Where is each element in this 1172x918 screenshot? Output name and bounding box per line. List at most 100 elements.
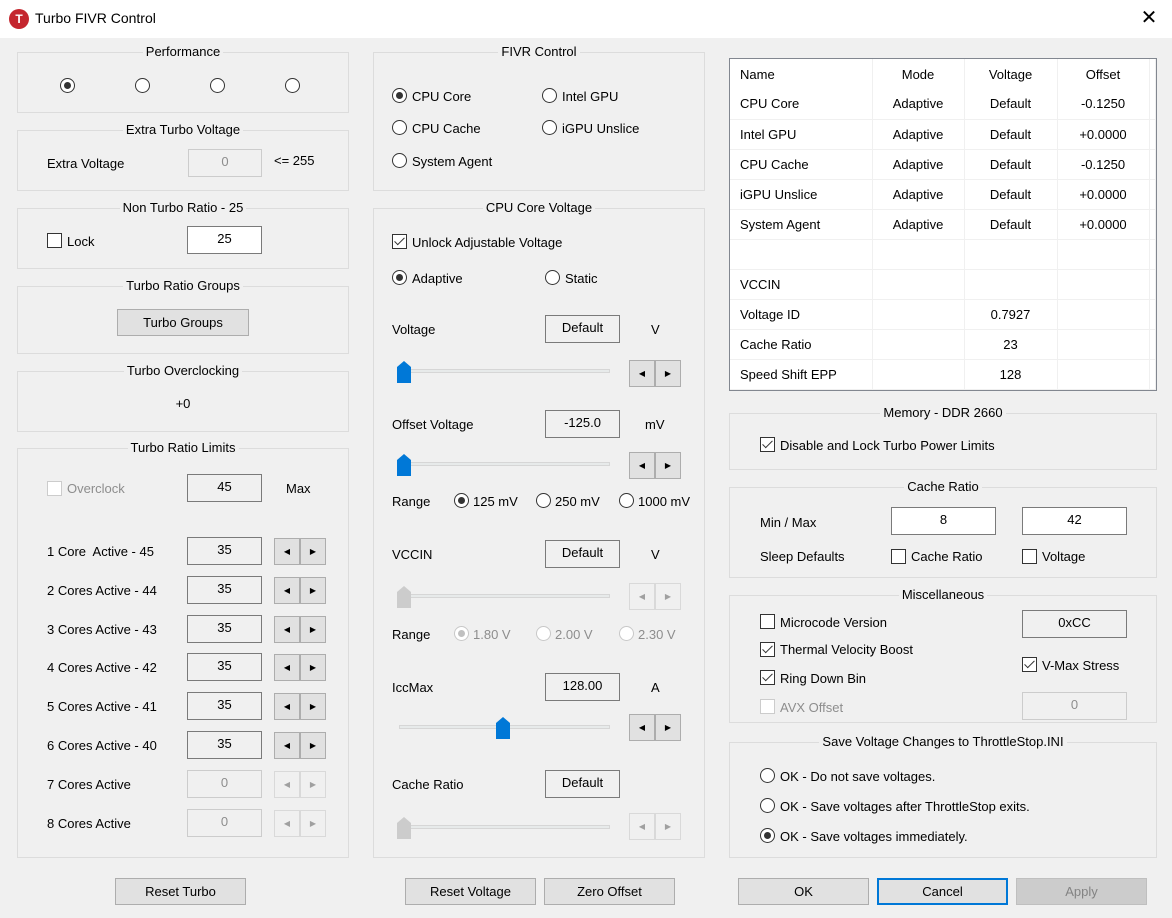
decrease-arrow-icon[interactable]: ◀ — [274, 654, 300, 682]
decrease-arrow-icon[interactable]: ◀ — [274, 732, 300, 759]
decrease-arrow-icon[interactable]: ◀ — [629, 452, 655, 479]
table-row[interactable]: Cache Ratio 23 — [730, 329, 1156, 360]
turbo-ratio-row-value[interactable]: 0 — [187, 808, 262, 837]
ring-down-bin-checkbox[interactable] — [760, 670, 775, 685]
turbo-groups-button[interactable]: Turbo Groups — [117, 309, 249, 336]
save-option-immediately-radio[interactable] — [760, 828, 775, 843]
increase-arrow-icon[interactable]: ▶ — [655, 813, 681, 840]
sleep-voltage-checkbox[interactable] — [1022, 549, 1037, 564]
increase-arrow-icon[interactable]: ▶ — [300, 538, 326, 565]
increase-arrow-icon[interactable]: ▶ — [655, 452, 681, 479]
decrease-arrow-icon[interactable]: ◀ — [629, 583, 655, 610]
decrease-arrow-icon[interactable]: ◀ — [274, 576, 300, 604]
table-row[interactable]: iGPU Unslice Adaptive Default +0.0000 — [730, 179, 1156, 210]
increase-arrow-icon[interactable]: ▶ — [300, 615, 326, 643]
vccin-range-180-radio[interactable] — [454, 626, 469, 641]
table-row[interactable]: Voltage ID 0.7927 — [730, 299, 1156, 330]
turbo-ratio-row-value[interactable]: 35 — [187, 731, 262, 759]
slider-thumb[interactable] — [495, 717, 510, 739]
avx-offset-checkbox[interactable] — [760, 699, 775, 714]
voltage-spinner[interactable]: ◀ ▶ — [629, 360, 681, 387]
cancel-button[interactable]: Cancel — [877, 878, 1008, 905]
table-row[interactable]: CPU Cache Adaptive Default -0.1250 — [730, 149, 1156, 180]
performance-radio-4[interactable] — [285, 78, 300, 93]
slider-thumb[interactable] — [397, 361, 411, 383]
reset-voltage-button[interactable]: Reset Voltage — [405, 878, 536, 905]
offset-voltage-spinner[interactable]: ◀ ▶ — [629, 452, 681, 479]
turbo-ratio-row-spinner[interactable]: ◀ ▶ — [274, 770, 326, 798]
vccin-spinner[interactable]: ◀ ▶ — [629, 583, 681, 610]
decrease-arrow-icon[interactable]: ◀ — [274, 809, 300, 837]
decrease-arrow-icon[interactable]: ◀ — [629, 360, 655, 387]
column-header-mode[interactable]: Mode — [872, 59, 965, 89]
overclock-checkbox[interactable] — [47, 481, 62, 496]
table-row[interactable]: VCCIN — [730, 269, 1156, 300]
lock-checkbox[interactable] — [47, 233, 62, 248]
vmax-stress-checkbox[interactable] — [1022, 657, 1037, 672]
increase-arrow-icon[interactable]: ▶ — [300, 809, 326, 837]
save-option-after-exit-radio[interactable] — [760, 798, 775, 813]
turbo-ratio-row-spinner[interactable]: ◀ ▶ — [274, 732, 326, 759]
turbo-ratio-row-value[interactable]: 35 — [187, 692, 262, 721]
iccmax-value[interactable]: 128.00 — [545, 673, 620, 701]
column-header-voltage[interactable]: Voltage — [964, 59, 1058, 89]
offset-voltage-slider[interactable] — [397, 452, 610, 476]
increase-arrow-icon[interactable]: ▶ — [655, 360, 681, 387]
increase-arrow-icon[interactable]: ▶ — [655, 714, 681, 741]
sleep-cache-ratio-checkbox[interactable] — [891, 549, 906, 564]
range-125mv-radio[interactable] — [454, 493, 469, 508]
fivr-radio-intel-gpu[interactable] — [542, 88, 557, 103]
decrease-arrow-icon[interactable]: ◀ — [274, 615, 300, 643]
performance-radio-1[interactable] — [60, 78, 75, 93]
turbo-ratio-row-value[interactable]: 35 — [187, 537, 262, 565]
slider-track[interactable] — [399, 369, 610, 373]
disable-lock-turbo-checkbox[interactable] — [760, 437, 775, 452]
slider-thumb[interactable] — [397, 454, 411, 476]
max-ratio-input[interactable]: 45 — [187, 474, 262, 502]
column-header-name[interactable]: Name — [730, 59, 873, 89]
ok-button[interactable]: OK — [738, 878, 869, 905]
fivr-radio-system-agent[interactable] — [392, 153, 407, 168]
turbo-ratio-row-spinner[interactable]: ◀ ▶ — [274, 615, 326, 643]
adaptive-radio[interactable] — [392, 270, 407, 285]
slider-track[interactable] — [399, 462, 610, 466]
cache-ratio-min-input[interactable]: 8 — [891, 507, 996, 535]
decrease-arrow-icon[interactable]: ◀ — [274, 538, 300, 565]
decrease-arrow-icon[interactable]: ◀ — [274, 693, 300, 721]
voltage-slider[interactable] — [397, 359, 610, 383]
turbo-ratio-row-spinner[interactable]: ◀ ▶ — [274, 693, 326, 721]
turbo-ratio-row-value[interactable]: 35 — [187, 575, 262, 604]
voltage-value[interactable]: Default — [545, 315, 620, 343]
cache-ratio-spinner[interactable]: ◀ ▶ — [629, 813, 681, 840]
save-option-do-not-save-radio[interactable] — [760, 768, 775, 783]
slider-track[interactable] — [399, 825, 610, 829]
increase-arrow-icon[interactable]: ▶ — [300, 732, 326, 759]
non-turbo-ratio-input[interactable]: 25 — [187, 226, 262, 254]
static-radio[interactable] — [545, 270, 560, 285]
vccin-range-230-radio[interactable] — [619, 626, 634, 641]
fivr-radio-cpu-cache[interactable] — [392, 120, 407, 135]
reset-turbo-button[interactable]: Reset Turbo — [115, 878, 246, 905]
unlock-voltage-checkbox[interactable] — [392, 234, 407, 249]
tvb-checkbox[interactable] — [760, 642, 775, 657]
extra-voltage-input[interactable]: 0 — [188, 149, 262, 177]
slider-track[interactable] — [399, 594, 610, 598]
zero-offset-button[interactable]: Zero Offset — [544, 878, 675, 905]
avx-offset-input[interactable]: 0 — [1022, 692, 1127, 720]
performance-radio-2[interactable] — [135, 78, 150, 93]
turbo-ratio-row-spinner[interactable]: ◀ ▶ — [274, 809, 326, 837]
table-row[interactable]: System Agent Adaptive Default +0.0000 — [730, 209, 1156, 240]
range-250mv-radio[interactable] — [536, 493, 551, 508]
cache-ratio-max-input[interactable]: 42 — [1022, 507, 1127, 535]
vccin-value[interactable]: Default — [545, 540, 620, 568]
table-row[interactable]: CPU Core Adaptive Default -0.1250 — [730, 89, 1156, 120]
vccin-slider[interactable] — [397, 584, 610, 608]
column-header-offset[interactable]: Offset — [1057, 59, 1150, 89]
turbo-ratio-row-spinner[interactable]: ◀ ▶ — [274, 538, 326, 565]
increase-arrow-icon[interactable]: ▶ — [300, 654, 326, 682]
turbo-ratio-row-spinner[interactable]: ◀ ▶ — [274, 654, 326, 682]
turbo-ratio-row-value[interactable]: 35 — [187, 653, 262, 682]
decrease-arrow-icon[interactable]: ◀ — [629, 714, 655, 741]
decrease-arrow-icon[interactable]: ◀ — [274, 770, 300, 798]
vccin-range-200-radio[interactable] — [536, 626, 551, 641]
